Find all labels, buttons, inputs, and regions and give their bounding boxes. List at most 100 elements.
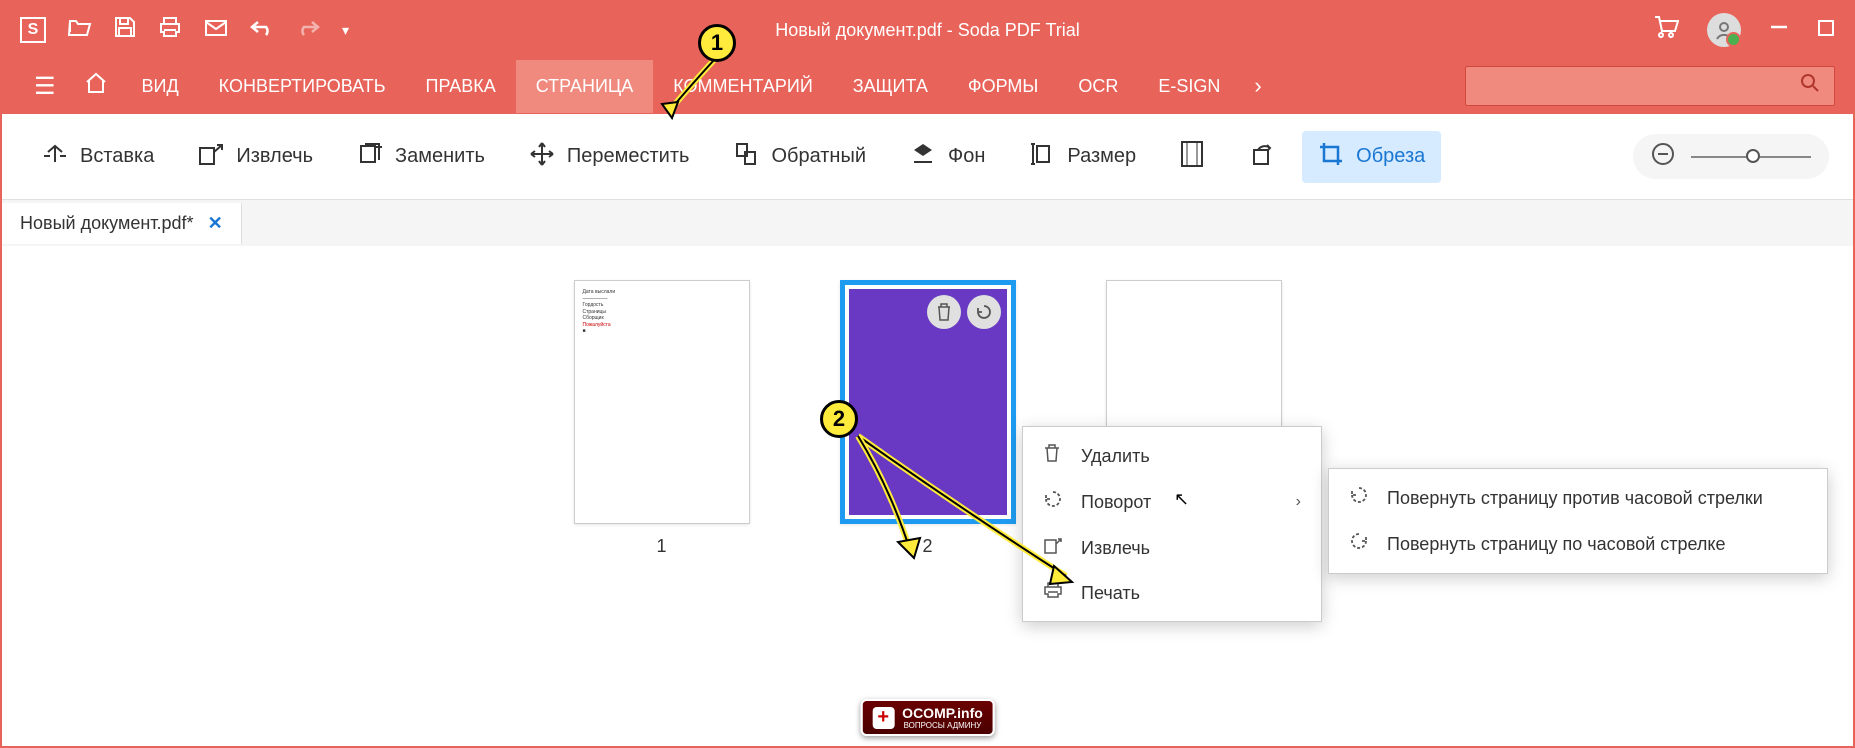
tool-move[interactable]: Переместить (513, 131, 706, 183)
maximize-icon[interactable] (1817, 17, 1835, 43)
move-icon (529, 141, 555, 173)
mail-icon[interactable] (204, 17, 228, 43)
ctx-rotate[interactable]: Поворот › (1023, 479, 1321, 525)
document-tab[interactable]: Новый документ.pdf* ✕ (2, 203, 242, 244)
callout-1-number: 1 (698, 24, 736, 62)
watermark: + OCOMP.info ВОПРОСЫ АДМИНУ (860, 699, 995, 736)
submenu-rotate-ccw[interactable]: Повернуть страницу против часовой стрелк… (1329, 475, 1827, 521)
page-delete-button[interactable] (927, 295, 961, 329)
home-icon[interactable] (70, 72, 122, 101)
minimize-icon[interactable] (1769, 17, 1789, 43)
title-bar-left: S ▾ (20, 16, 349, 44)
zoom-out-icon[interactable] (1651, 142, 1675, 171)
zoom-control[interactable] (1633, 134, 1829, 179)
tool-replace-label: Заменить (395, 145, 485, 168)
insert-icon (42, 142, 68, 172)
menu-ocr[interactable]: OCR (1058, 60, 1138, 113)
tool-replace[interactable]: Заменить (341, 132, 501, 182)
page-rotate-button[interactable] (967, 295, 1001, 329)
mouse-cursor-icon: ↖ (1174, 489, 1189, 510)
tool-rotate[interactable] (1232, 132, 1290, 182)
zoom-handle[interactable] (1746, 149, 1760, 163)
ctx-print[interactable]: Печать (1023, 571, 1321, 615)
open-icon[interactable] (68, 17, 92, 43)
menu-page[interactable]: СТРАНИЦА (516, 60, 653, 113)
page-1-wrap: Дата выслали—————ГордостьСтраницыСборщик… (574, 280, 750, 557)
search-box[interactable] (1465, 66, 1835, 106)
background-icon (910, 142, 936, 172)
menu-edit[interactable]: ПРАВКА (406, 60, 516, 113)
page-1-thumb[interactable]: Дата выслали—————ГордостьСтраницыСборщик… (574, 280, 750, 524)
print-icon[interactable] (158, 16, 182, 44)
callout-2-number: 2 (820, 400, 858, 438)
submenu-rotate-cw[interactable]: Повернуть страницу по часовой стрелке (1329, 521, 1827, 567)
tool-insert[interactable]: Вставка (26, 132, 170, 182)
submenu-rotate-ccw-label: Повернуть страницу против часовой стрелк… (1387, 488, 1763, 509)
title-bar: S ▾ Новый документ.pdf - Soda PDF Trial (2, 2, 1853, 58)
zoom-slider[interactable] (1691, 156, 1811, 158)
chevron-right-icon[interactable]: › (1240, 73, 1275, 99)
tool-crop[interactable]: Обреза (1302, 131, 1441, 183)
context-menu: Удалить Поворот › Извлечь Печать (1022, 426, 1322, 622)
hamburger-icon[interactable]: ☰ (20, 72, 70, 101)
page-2-wrap: 2 (840, 280, 1016, 557)
menu-forms[interactable]: ФОРМЫ (948, 60, 1058, 113)
tab-label: Новый документ.pdf* (20, 213, 194, 234)
margins-icon (1180, 140, 1204, 174)
callout-2: 2 (820, 400, 858, 438)
rotate-cw-sub-icon (1349, 531, 1371, 557)
tab-bar: Новый документ.pdf* ✕ (2, 200, 1853, 246)
watermark-main: OCOMP.info (902, 705, 983, 721)
menu-bar: ☰ ВИД КОНВЕРТИРОВАТЬ ПРАВКА СТРАНИЦА КОМ… (2, 58, 1853, 114)
tool-background[interactable]: Фон (894, 132, 1001, 182)
redo-icon[interactable] (296, 17, 320, 43)
page-2-number: 2 (922, 536, 932, 557)
dropdown-icon[interactable]: ▾ (342, 22, 349, 39)
submenu-arrow-icon: › (1296, 493, 1301, 511)
menu-convert[interactable]: КОНВЕРТИРОВАТЬ (199, 60, 406, 113)
cart-icon[interactable] (1653, 15, 1679, 45)
page-2-thumb[interactable] (840, 280, 1016, 524)
undo-icon[interactable] (250, 17, 274, 43)
tool-size-label: Размер (1067, 145, 1136, 168)
tool-insert-label: Вставка (80, 145, 154, 168)
size-icon (1029, 142, 1055, 172)
tool-margins[interactable] (1164, 130, 1220, 184)
ctx-delete-label: Удалить (1081, 446, 1150, 467)
tool-reverse-label: Обратный (771, 145, 866, 168)
menu-protect[interactable]: ЗАЩИТА (833, 60, 948, 113)
ctx-extract[interactable]: Извлечь (1023, 525, 1321, 571)
ctx-rotate-label: Поворот (1081, 492, 1151, 513)
rotate-ccw-icon (1043, 489, 1065, 515)
tool-size[interactable]: Размер (1013, 132, 1152, 182)
callout-1: 1 (698, 24, 736, 62)
tab-close-icon[interactable]: ✕ (208, 213, 223, 234)
menu-view[interactable]: ВИД (122, 60, 199, 113)
tool-extract[interactable]: Извлечь (182, 132, 329, 182)
app-logo[interactable]: S (20, 17, 46, 43)
delete-icon (1043, 443, 1065, 469)
reverse-icon (733, 142, 759, 172)
document-title: Новый документ.pdf - Soda PDF Trial (775, 20, 1080, 41)
page-2-controls (927, 295, 1001, 329)
ctx-print-label: Печать (1081, 583, 1140, 604)
tool-reverse[interactable]: Обратный (717, 132, 882, 182)
submenu-rotate-cw-label: Повернуть страницу по часовой стрелке (1387, 534, 1726, 555)
ctx-delete[interactable]: Удалить (1023, 433, 1321, 479)
menu-esign[interactable]: E-SIGN (1138, 60, 1240, 113)
crop-icon (1318, 141, 1344, 173)
print-ctx-icon (1043, 581, 1065, 605)
save-icon[interactable] (114, 16, 136, 44)
extract-icon (198, 142, 224, 172)
menu-comment[interactable]: КОММЕНТАРИЙ (653, 60, 833, 113)
watermark-sub: ВОПРОСЫ АДМИНУ (902, 721, 983, 730)
tool-extract-label: Извлечь (236, 145, 313, 168)
rotate-ccw-sub-icon (1349, 485, 1371, 511)
watermark-plus-icon: + (872, 707, 894, 729)
page-1-number: 1 (656, 536, 666, 557)
title-bar-right (1653, 13, 1835, 47)
page-thumbnails: Дата выслали—————ГордостьСтраницыСборщик… (2, 246, 1853, 746)
ctx-extract-label: Извлечь (1081, 538, 1150, 559)
rotate-icon (1248, 142, 1274, 172)
user-avatar[interactable] (1707, 13, 1741, 47)
